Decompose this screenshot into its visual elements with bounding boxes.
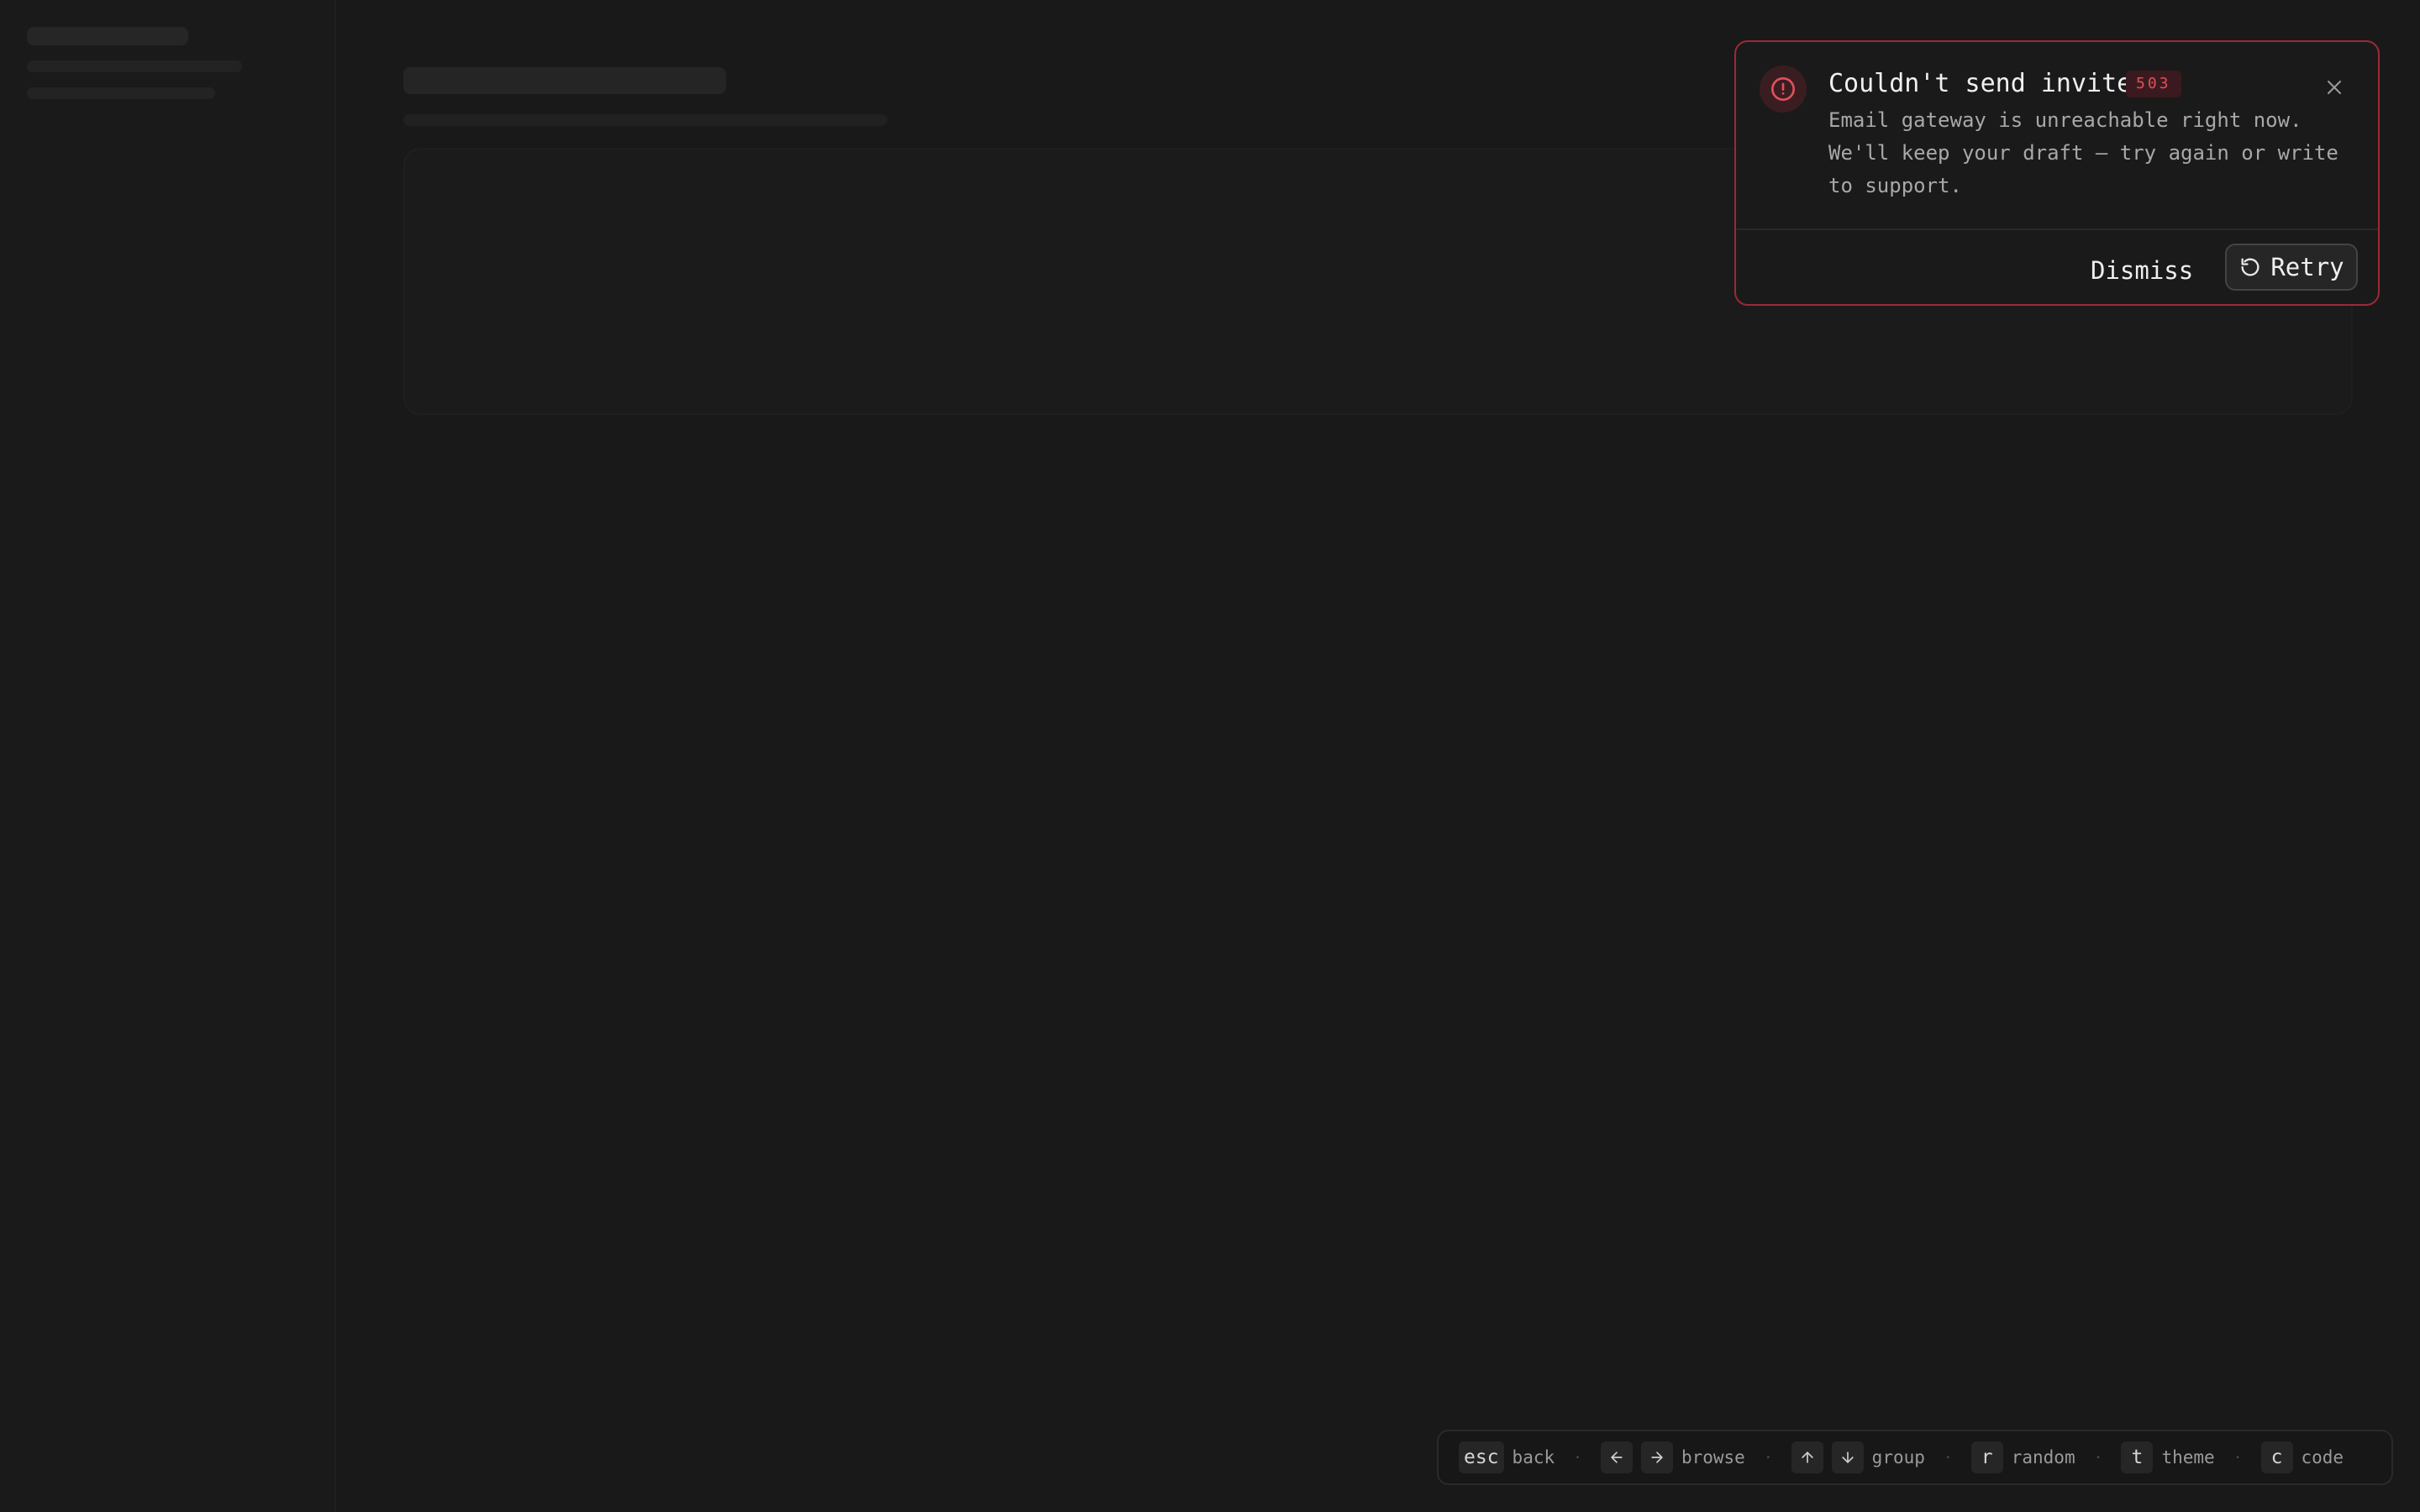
key-r: r <box>1970 1441 2003 1473</box>
shortcut-label: browse <box>1681 1447 1745 1467</box>
key-c: c <box>2260 1441 2293 1473</box>
key-arrow-down <box>1831 1441 1864 1473</box>
page-title-skeleton <box>403 67 726 94</box>
page-subtitle-skeleton <box>403 114 887 126</box>
close-icon <box>2328 81 2341 94</box>
shortcut-browse[interactable]: browse <box>1600 1441 1745 1473</box>
shortcut-code[interactable]: c code <box>2260 1441 2344 1473</box>
shortcut-label: theme <box>2161 1447 2215 1467</box>
separator-dot: · <box>1573 1448 1582 1467</box>
alert-circle-icon <box>1760 66 1807 113</box>
arrow-down-icon <box>1842 1452 1854 1463</box>
sidebar-skeleton-line <box>27 27 188 45</box>
key-esc: esc <box>1459 1441 1504 1473</box>
arrow-up-icon <box>1802 1452 1813 1463</box>
toast-message: Email gateway is unreachable right now. … <box>1828 108 2338 197</box>
dismiss-button[interactable]: Dismiss <box>2077 247 2207 294</box>
shortcut-label: back <box>1512 1447 1555 1467</box>
shortcut-label: code <box>2301 1447 2344 1467</box>
separator-dot: · <box>2093 1448 2103 1467</box>
shortcut-back[interactable]: esc back <box>1459 1441 1555 1473</box>
arrow-right-icon <box>1651 1452 1663 1463</box>
separator-dot: · <box>1943 1448 1953 1467</box>
separator-dot: · <box>2233 1448 2243 1467</box>
separator-dot: · <box>1763 1448 1773 1467</box>
toast-divider <box>1736 228 2378 230</box>
rotate-ccw-icon <box>2241 258 2260 276</box>
keyboard-shortcuts-bar: esc back · browse · group · r random · t… <box>1437 1430 2393 1485</box>
error-toast: Couldn't send invite 503 Email gateway i… <box>1734 40 2380 306</box>
error-code-badge: 503 <box>2126 71 2181 97</box>
arrow-left-icon <box>1611 1452 1623 1463</box>
shortcut-group[interactable]: group <box>1791 1441 1925 1473</box>
key-arrow-left <box>1600 1441 1633 1473</box>
retry-button[interactable]: Retry <box>2225 244 2358 291</box>
retry-label: Retry <box>2270 253 2344 281</box>
key-t: t <box>2121 1441 2154 1473</box>
key-arrow-up <box>1791 1441 1823 1473</box>
sidebar-skeleton <box>0 0 336 1512</box>
sidebar-skeleton-line <box>27 87 215 99</box>
sidebar-skeleton-line <box>27 60 242 72</box>
shortcut-label: group <box>1871 1447 1925 1467</box>
shortcut-theme[interactable]: t theme <box>2121 1441 2215 1473</box>
shortcut-random[interactable]: r random <box>1970 1441 2075 1473</box>
shortcut-label: random <box>2011 1447 2075 1467</box>
key-arrow-right <box>1640 1441 1673 1473</box>
toast-title: Couldn't send invite <box>1828 69 2133 98</box>
